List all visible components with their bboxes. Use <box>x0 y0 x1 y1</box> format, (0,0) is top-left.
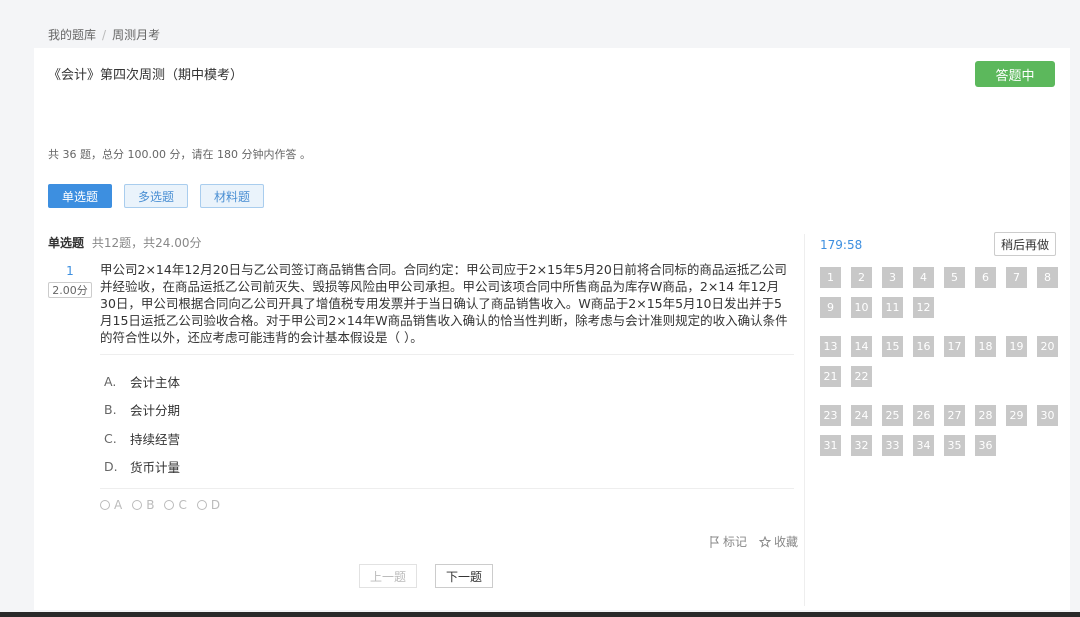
divider <box>100 354 794 355</box>
favorite-label: 收藏 <box>774 535 799 549</box>
option-text: 会计主体 <box>130 374 181 390</box>
prev-button[interactable]: 上一题 <box>359 564 417 588</box>
option-text: 货币计量 <box>130 460 181 476</box>
question-cell[interactable]: 14 <box>851 336 872 357</box>
countdown-timer: 179:58 <box>820 238 863 252</box>
question-number-grid: 1 2 3 4 5 6 7 8 9 10 11 12 13 14 15 16 17 18 19 20 21 22 23 24 2… <box>820 267 1060 456</box>
question-cell[interactable]: 23 <box>820 405 841 426</box>
question-cell[interactable]: 15 <box>882 336 903 357</box>
favorite-button[interactable]: 收藏 <box>759 533 798 550</box>
breadcrumb-item-question-bank[interactable]: 我的题库 <box>48 26 96 43</box>
answer-radio-c[interactable]: C <box>164 498 187 512</box>
question-cell[interactable]: 19 <box>1006 336 1027 357</box>
mark-button[interactable]: 标记 <box>710 533 747 550</box>
answer-sheet-panel: 179:58 稍后再做 1 2 3 4 5 6 7 8 9 10 11 12 13 14 15 16 17 18 1… <box>804 232 1066 606</box>
do-later-button[interactable]: 稍后再做 <box>994 232 1056 256</box>
option-key: C. <box>104 430 117 446</box>
exam-title: 《会计》第四次周测（期中模考） <box>48 68 244 83</box>
breadcrumb-separator: / <box>102 27 107 42</box>
question-cell[interactable]: 32 <box>851 435 872 456</box>
answer-radio-a[interactable]: A <box>100 498 122 512</box>
question-cell[interactable]: 4 <box>913 267 934 288</box>
question-cell[interactable]: 21 <box>820 366 841 387</box>
breadcrumb: 我的题库 / 周测月考 <box>48 26 160 43</box>
star-icon <box>759 535 772 548</box>
option-text: 持续经营 <box>130 431 181 447</box>
question-cell[interactable]: 16 <box>913 336 934 357</box>
question-cell[interactable]: 3 <box>882 267 903 288</box>
section-meta: 共12题，共24.00分 <box>91 236 202 250</box>
question-actions: 标记 收藏 <box>710 533 798 550</box>
option-text: 会计分期 <box>130 403 181 419</box>
question-cell[interactable]: 22 <box>851 366 872 387</box>
exam-card: 《会计》第四次周测（期中模考） 答题中 共 36 题，总分 100.00 分，请… <box>34 48 1070 610</box>
question-text: 甲公司2×14年12月20日与乙公司签订商品销售合同。合同约定：甲公司应于2×1… <box>100 262 788 345</box>
question-cell[interactable]: 2 <box>851 267 872 288</box>
tab-single-choice[interactable]: 单选题 <box>48 184 113 208</box>
question-cell[interactable]: 29 <box>1006 405 1027 426</box>
question-cell[interactable]: 12 <box>913 297 934 318</box>
question-cell[interactable]: 25 <box>882 405 903 426</box>
exam-info: 共 36 题，总分 100.00 分，请在 180 分钟内作答 。 <box>48 148 311 161</box>
option-c[interactable]: C. 持续经营 <box>104 424 180 453</box>
question-cell[interactable]: 8 <box>1037 267 1058 288</box>
question-cell[interactable]: 6 <box>975 267 996 288</box>
question-cell[interactable]: 5 <box>944 267 965 288</box>
question-cell[interactable]: 17 <box>944 336 965 357</box>
option-d[interactable]: D. 货币计量 <box>104 453 180 482</box>
question-cell[interactable]: 24 <box>851 405 872 426</box>
radio-circle-icon <box>164 500 175 510</box>
question-cell[interactable]: 13 <box>820 336 841 357</box>
question-cell[interactable]: 27 <box>944 405 965 426</box>
next-button[interactable]: 下一题 <box>435 564 493 588</box>
question-cell[interactable]: 35 <box>944 435 965 456</box>
option-key: B. <box>104 402 117 418</box>
question-cell[interactable]: 30 <box>1037 405 1058 426</box>
breadcrumb-item-weekly-exam[interactable]: 周测月考 <box>112 26 160 43</box>
question-cell[interactable]: 20 <box>1037 336 1058 357</box>
question-cell[interactable]: 10 <box>851 297 872 318</box>
question-score: 2.00分 <box>48 282 92 298</box>
divider <box>100 488 794 489</box>
option-b[interactable]: B. 会计分期 <box>104 396 180 425</box>
question-cell[interactable]: 28 <box>975 405 996 426</box>
question-cell[interactable]: 26 <box>913 405 934 426</box>
answer-radio-d[interactable]: D <box>196 498 220 512</box>
section-name: 单选题 <box>48 236 85 250</box>
question-cell[interactable]: 36 <box>975 435 996 456</box>
bottom-bar <box>0 612 1080 617</box>
question-cell[interactable]: 31 <box>820 435 841 456</box>
option-key: A. <box>104 373 117 389</box>
option-a[interactable]: A. 会计主体 <box>104 367 180 396</box>
question-cell[interactable]: 33 <box>882 435 903 456</box>
options-list: A. 会计主体 B. 会计分期 C. 持续经营 D. 货币计量 <box>104 367 180 481</box>
question-navigation: 上一题 下一题 <box>359 564 493 588</box>
question-cell[interactable]: 34 <box>913 435 934 456</box>
radio-circle-icon <box>100 500 110 510</box>
question-cell[interactable]: 18 <box>975 336 996 357</box>
option-key: D. <box>104 459 118 475</box>
tab-multiple-choice[interactable]: 多选题 <box>124 184 189 208</box>
question-cell[interactable]: 1 <box>820 267 841 288</box>
question-cell[interactable]: 11 <box>882 297 903 318</box>
answer-radio-group: A B C D <box>100 498 220 512</box>
question-cell[interactable]: 7 <box>1006 267 1027 288</box>
question-number: 1 <box>66 264 74 278</box>
radio-circle-icon <box>196 500 207 510</box>
answer-radio-b[interactable]: B <box>132 498 154 512</box>
question-cell[interactable]: 9 <box>820 297 841 318</box>
question-type-tabs: 单选题 多选题 材料题 <box>48 184 265 208</box>
mark-label: 标记 <box>723 535 748 549</box>
flag-icon <box>710 535 719 548</box>
status-button[interactable]: 答题中 <box>975 61 1055 87</box>
tab-material[interactable]: 材料题 <box>200 184 265 208</box>
section-header: 单选题 共12题，共24.00分 <box>48 234 201 251</box>
radio-circle-icon <box>132 500 143 510</box>
